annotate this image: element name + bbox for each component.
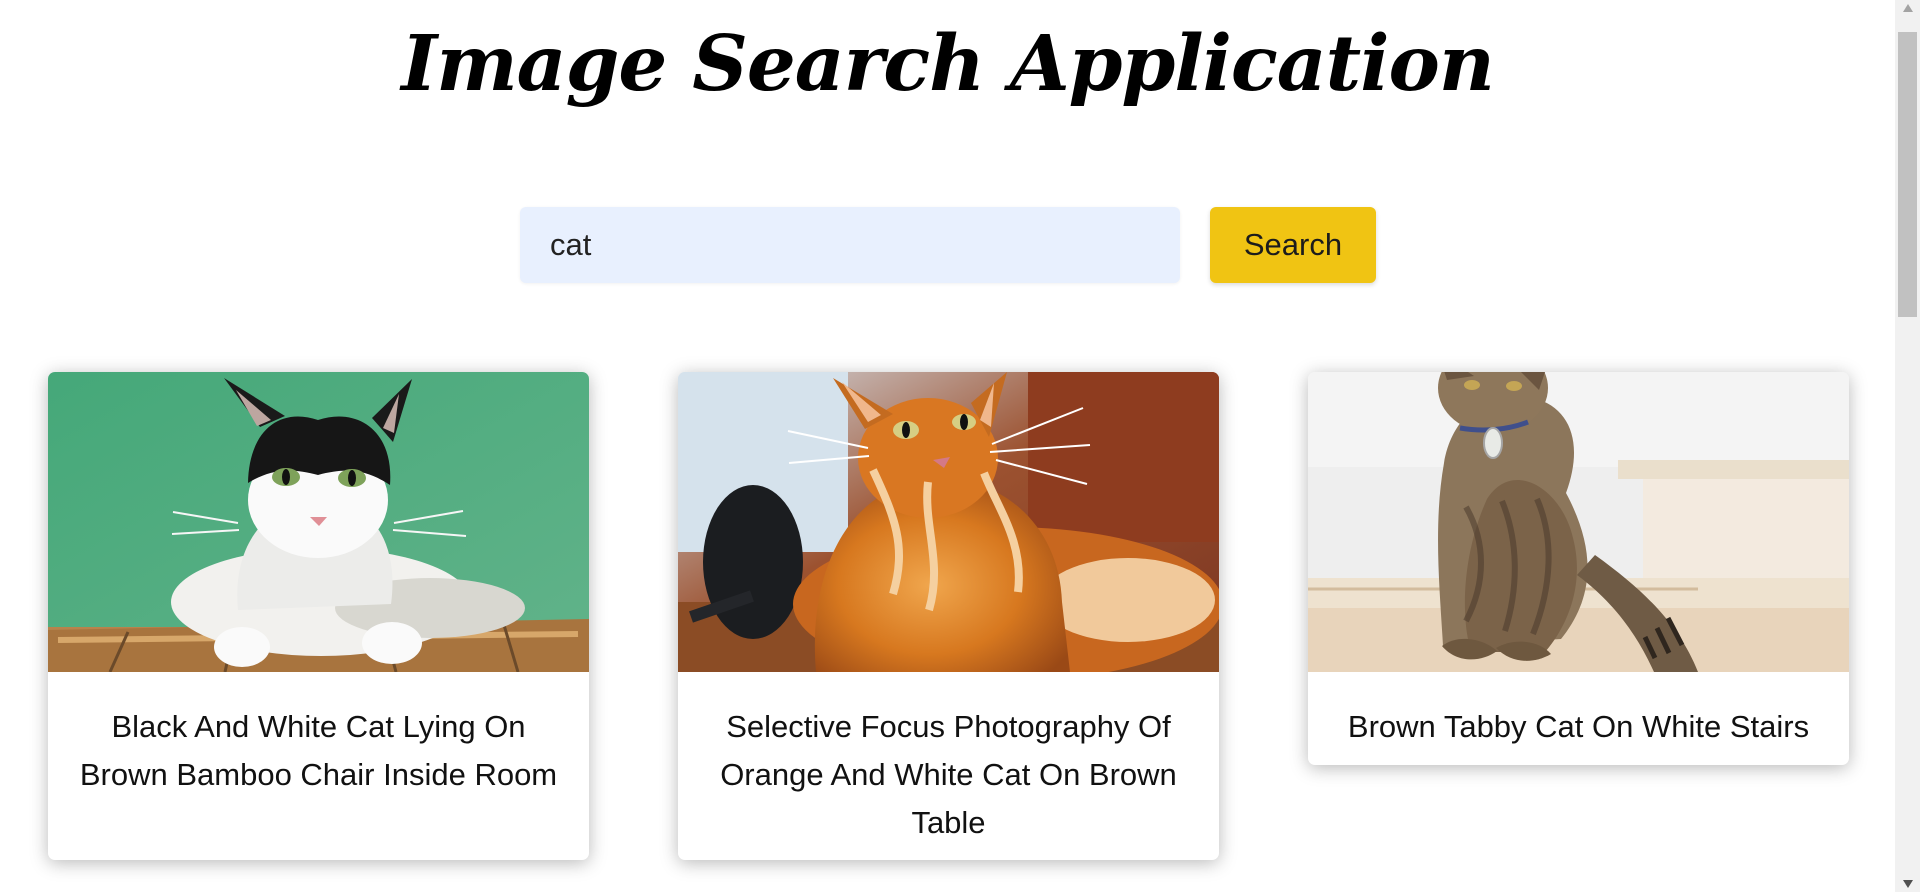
image-search-page: Image Search Application Search [0, 0, 1895, 892]
search-button[interactable]: Search [1210, 207, 1376, 283]
triangle-up-icon[interactable] [1903, 4, 1913, 12]
scrollbar-thumb[interactable] [1898, 32, 1917, 317]
image-caption: Brown Tabby Cat On White Stairs [1347, 709, 1810, 744]
image-caption: Selective Focus Photography Of Orange An… [720, 709, 1177, 840]
search-form: Search [520, 207, 1376, 283]
orange-white-cat-image[interactable] [678, 372, 1219, 672]
search-input[interactable] [520, 207, 1180, 283]
page-title: Image Search Application [401, 19, 1495, 109]
brown-tabby-cat-image[interactable] [1308, 372, 1849, 672]
image-result-card[interactable]: Selective Focus Photography Of Orange An… [678, 372, 1219, 860]
vertical-scrollbar[interactable] [1895, 0, 1920, 892]
black-white-cat-image[interactable] [48, 372, 589, 672]
triangle-down-icon[interactable] [1903, 880, 1913, 888]
image-result-card[interactable]: Brown Tabby Cat On White Stairs [1308, 372, 1849, 765]
image-result-card[interactable]: Black And White Cat Lying On Brown Bambo… [48, 372, 589, 860]
image-caption: Black And White Cat Lying On Brown Bambo… [79, 709, 558, 792]
